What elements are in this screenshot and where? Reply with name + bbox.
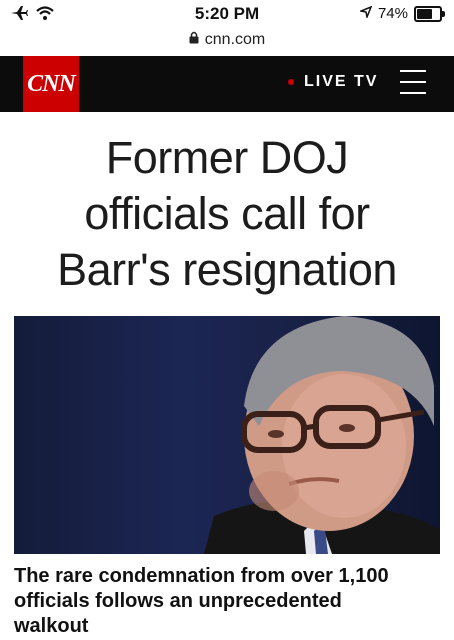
url-bar[interactable]: cnn.com: [0, 26, 454, 54]
cnn-logo[interactable]: CNN: [23, 56, 79, 112]
caption-line[interactable]: walkout: [14, 614, 440, 639]
live-tv-label[interactable]: LIVE TV: [304, 73, 378, 91]
live-dot-icon: [288, 79, 294, 85]
lock-icon: [189, 31, 199, 49]
location-icon: [358, 5, 373, 22]
headline-line: officials call for: [84, 188, 370, 239]
caption-line[interactable]: officials follows an unprecedented: [14, 589, 440, 614]
headline-line: Former DOJ: [105, 132, 349, 183]
battery-level: [417, 8, 432, 19]
article-caption[interactable]: The rare condemnation from over 1,100 of…: [14, 564, 440, 639]
hamburger-menu-icon[interactable]: [400, 70, 426, 94]
portrait-illustration: [204, 316, 440, 554]
url-text[interactable]: cnn.com: [205, 31, 265, 49]
menu-line: [400, 70, 426, 72]
article-headline: Former DOJ officials call for Barr's res…: [10, 130, 444, 298]
battery-icon: [414, 5, 445, 22]
status-right: 74%: [358, 5, 445, 22]
menu-line: [400, 81, 426, 83]
menu-line: [400, 92, 426, 94]
caption-line[interactable]: The rare condemnation from over 1,100: [14, 564, 440, 589]
live-tv-link[interactable]: LIVE TV: [288, 73, 378, 91]
headline-line: Barr's resignation: [57, 244, 397, 295]
battery-percent: 74%: [377, 5, 408, 22]
status-bar: 5:20 PM 74%: [0, 0, 454, 28]
article-photo[interactable]: [14, 316, 440, 554]
